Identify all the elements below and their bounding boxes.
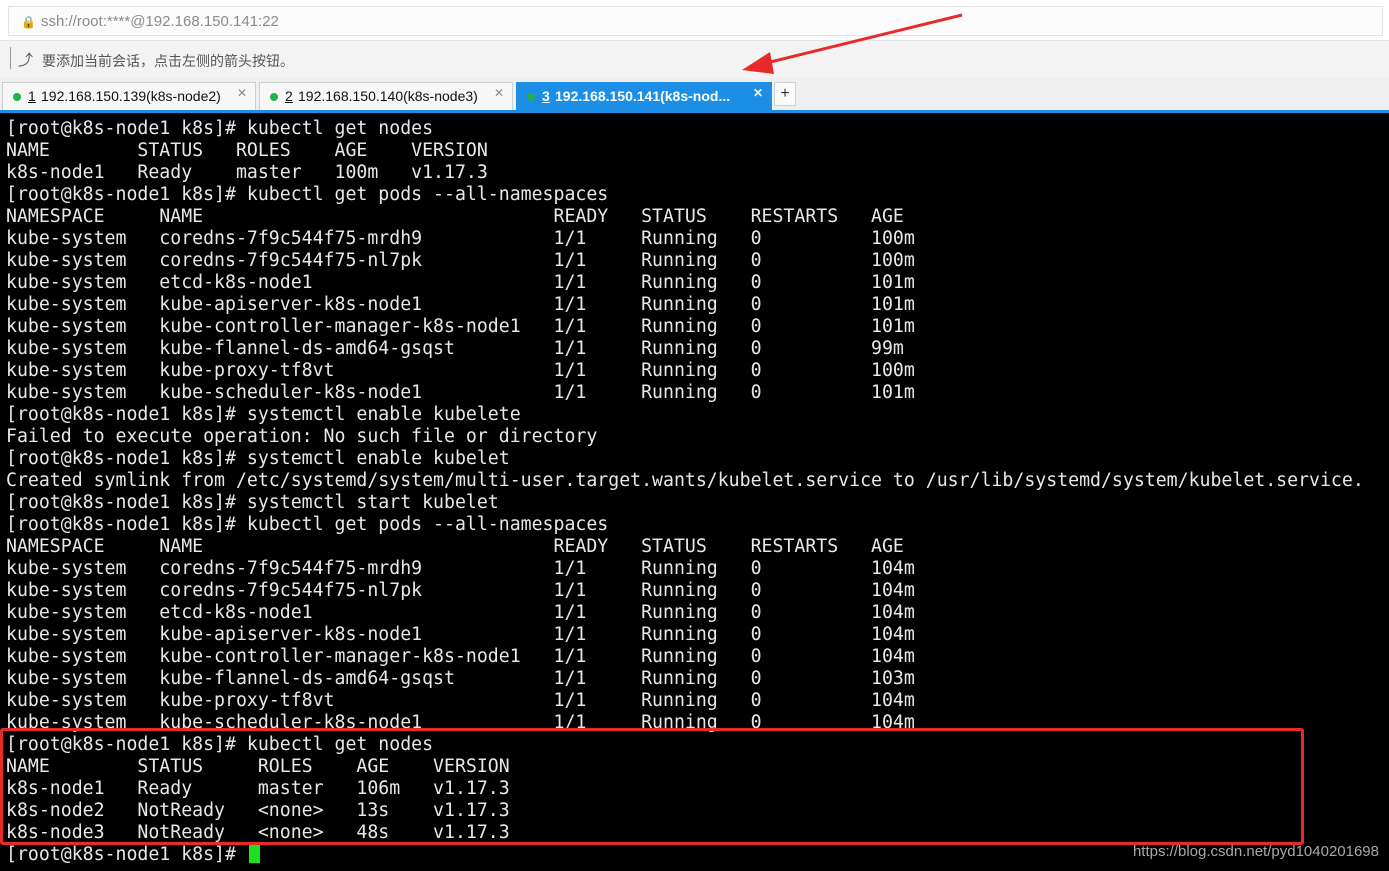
watermark: https://blog.csdn.net/pyd1040201698 <box>1132 843 1379 860</box>
annotation-arrow-icon <box>742 13 963 74</box>
